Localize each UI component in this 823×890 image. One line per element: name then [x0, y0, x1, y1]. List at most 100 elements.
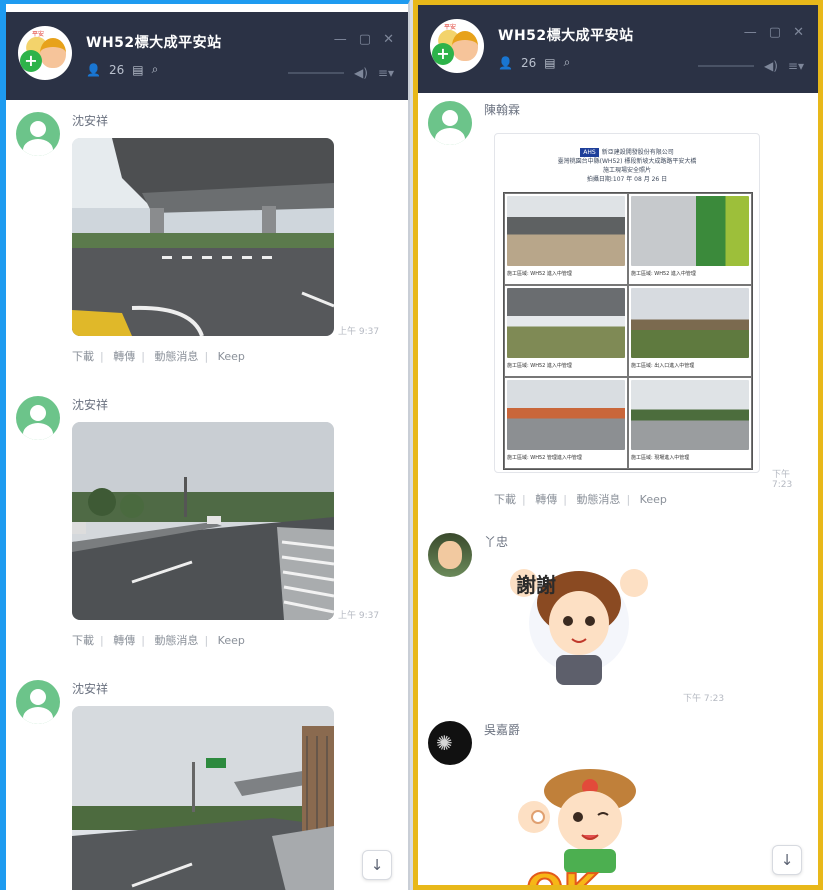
notes-icon[interactable]: ▤ — [132, 63, 143, 77]
mute-icon[interactable]: ◀) — [764, 59, 778, 73]
menu-icon[interactable]: ≡▾ — [378, 66, 394, 80]
scroll-down-button[interactable]: ↓ — [362, 850, 392, 880]
user-avatar-icon[interactable] — [16, 396, 60, 440]
document-line: 臺灣桃園台中縣(WH52) 標段新坡大成路路平安大橋 — [557, 158, 697, 165]
header-tools: ◀) ≡▾ — [288, 66, 394, 80]
minimize-button[interactable]: — — [744, 25, 757, 40]
members-icon[interactable]: 👤 — [498, 56, 513, 70]
chat-window-left: 平安 + WH52標大成平安站 👤 26 ▤ ⌕ — ▢ ✕ ◀) ≡▾ 沈安祥 — [0, 0, 410, 890]
message: 沈安祥 上午 9:37 下載 | 轉傳 | 動態消息 | Keep — [16, 112, 398, 372]
message-time: 上午 9:37 — [338, 327, 380, 337]
sticker-thanks[interactable]: 謝謝 — [504, 563, 654, 693]
photo-cell: 施工區域: 出入口進入中管理 — [628, 285, 752, 377]
download-link[interactable]: 下載 — [72, 350, 94, 363]
sender-name: 沈安祥 — [72, 114, 109, 128]
close-button[interactable]: ✕ — [793, 25, 804, 40]
document-header: AHS 新亞建設開發股份有限公司 臺灣桃園台中縣(WH52) 標段新坡大成路路平安… — [495, 148, 759, 184]
photo-grid: 施工區域: WH52 進入中管理 施工區域: WH52 進入中管理 施工區域: … — [503, 192, 753, 470]
timeline-link[interactable]: 動態消息 — [154, 350, 198, 363]
timeline-link[interactable]: 動態消息 — [154, 634, 198, 647]
group-title: WH52標大成平安站 — [498, 28, 634, 44]
chat-header: 平安 + WH52標大成平安站 👤 26 ▤ ⌕ — ▢ ✕ ◀) ≡▾ — [418, 5, 818, 93]
highway-image — [72, 706, 334, 890]
photo-document[interactable]: AHS 新亞建設開發股份有限公司 臺灣桃園台中縣(WH52) 標段新坡大成路路平安… — [494, 133, 760, 473]
chat-area: 陳翰霖 AHS 新亞建設開發股份有限公司 臺灣桃園台中縣(WH52) 標段新坡大成… — [418, 93, 818, 885]
timeline-link[interactable]: 動態消息 — [576, 493, 620, 506]
group-avatar[interactable]: 平安 + — [430, 19, 484, 73]
photo-cell: 施工區域: WH52 進入中管理 — [504, 193, 628, 285]
group-avatar[interactable]: 平安 + — [18, 26, 72, 80]
notes-icon[interactable]: ▤ — [544, 56, 555, 70]
overpass-image — [72, 138, 334, 336]
avatar-text: 平安 — [444, 24, 457, 31]
avatar-face — [40, 38, 66, 68]
scroll-down-button[interactable]: ↓ — [772, 845, 802, 875]
photo-cell: 施工區域: WH52 管理進入中管理 — [504, 377, 628, 469]
user-avatar-icon[interactable] — [428, 101, 472, 145]
download-link[interactable]: 下載 — [72, 634, 94, 647]
safety-cross-icon: + — [432, 43, 454, 65]
volume-bar[interactable] — [288, 72, 344, 74]
header-tools: ◀) ≡▾ — [698, 59, 804, 73]
forward-link[interactable]: 轉傳 — [113, 634, 135, 647]
search-icon[interactable]: ⌕ — [564, 55, 571, 70]
close-button[interactable]: ✕ — [383, 32, 394, 47]
message: 沈安祥 — [16, 680, 398, 890]
ok-text: OK — [525, 864, 598, 885]
keep-link[interactable]: Keep — [218, 350, 245, 363]
user-avatar-icon[interactable] — [16, 112, 60, 156]
members-count[interactable]: 26 — [521, 56, 536, 70]
chat-window-right: 平安 + WH52標大成平安站 👤 26 ▤ ⌕ — ▢ ✕ ◀) ≡▾ 陳翰霖 — [413, 0, 823, 890]
photo-highway[interactable] — [72, 706, 334, 890]
message-time: 下午 7:23 — [772, 470, 793, 490]
document-line: 施工現場安全照片 — [602, 167, 651, 174]
window-controls: — ▢ ✕ — [744, 25, 804, 40]
menu-icon[interactable]: ≡▾ — [788, 59, 804, 73]
document-date: 拍攝日期:107 年 08 月 26 日 — [586, 176, 668, 183]
download-link[interactable]: 下載 — [494, 493, 516, 506]
chat-header: 平安 + WH52標大成平安站 👤 26 ▤ ⌕ — ▢ ✕ ◀) ≡▾ — [6, 12, 408, 100]
thanks-text: 謝謝 — [516, 573, 556, 597]
photo-cell: 施工區域: WH52 進入中管理 — [504, 285, 628, 377]
keep-link[interactable]: Keep — [218, 634, 245, 647]
mute-icon[interactable]: ◀) — [354, 66, 368, 80]
sender-name: 丫忠 — [484, 535, 509, 549]
message: 丫忠 謝謝 下午 7:23 — [428, 533, 808, 704]
avatar-text: 平安 — [32, 31, 45, 38]
message-time: 下午 7:23 — [683, 694, 725, 704]
road-image — [72, 422, 334, 620]
maximize-button[interactable]: ▢ — [359, 32, 371, 47]
group-meta: 👤 26 ▤ ⌕ — [498, 55, 570, 70]
safety-cross-icon: + — [20, 50, 42, 72]
user-avatar-icon[interactable]: ✺ — [428, 721, 472, 765]
maximize-button[interactable]: ▢ — [769, 25, 781, 40]
photo-road[interactable] — [72, 422, 334, 620]
search-icon[interactable]: ⌕ — [152, 62, 159, 77]
sender-name: 沈安祥 — [72, 398, 109, 412]
minimize-button[interactable]: — — [334, 32, 347, 47]
keep-link[interactable]: Keep — [640, 493, 667, 506]
members-icon[interactable]: 👤 — [86, 63, 101, 77]
sender-name: 陳翰霖 — [484, 103, 521, 117]
window-controls: — ▢ ✕ — [334, 32, 394, 47]
photo-overpass[interactable] — [72, 138, 334, 336]
chat-area: 沈安祥 上午 9:37 下載 | 轉傳 | 動態消息 | Keep 沈安祥 上午… — [6, 100, 408, 890]
photo-cell: 施工區域: 現場進入中管理 — [628, 377, 752, 469]
message: 沈安祥 上午 9:37 下載 | 轉傳 | 動態消息 | Keep — [16, 396, 398, 656]
message-actions: 下載 | 轉傳 | 動態消息 | Keep — [494, 493, 667, 506]
volume-bar[interactable] — [698, 65, 754, 67]
user-avatar-icon[interactable] — [16, 680, 60, 724]
message: 陳翰霖 AHS 新亞建設開發股份有限公司 臺灣桃園台中縣(WH52) 標段新坡大成… — [428, 101, 808, 521]
forward-link[interactable]: 轉傳 — [535, 493, 557, 506]
members-count[interactable]: 26 — [109, 63, 124, 77]
user-avatar-icon[interactable] — [428, 533, 472, 577]
avatar-face — [452, 31, 478, 61]
sender-name: 沈安祥 — [72, 682, 109, 696]
group-meta: 👤 26 ▤ ⌕ — [86, 62, 158, 77]
message-actions: 下載 | 轉傳 | 動態消息 | Keep — [72, 350, 245, 363]
sticker-ok[interactable]: OK — [504, 757, 664, 885]
message: ✺ 吳嘉爵 OK — [428, 721, 808, 885]
forward-link[interactable]: 轉傳 — [113, 350, 135, 363]
company-name: 新亞建設開發股份有限公司 — [601, 149, 674, 156]
message-time: 上午 9:37 — [338, 611, 380, 621]
